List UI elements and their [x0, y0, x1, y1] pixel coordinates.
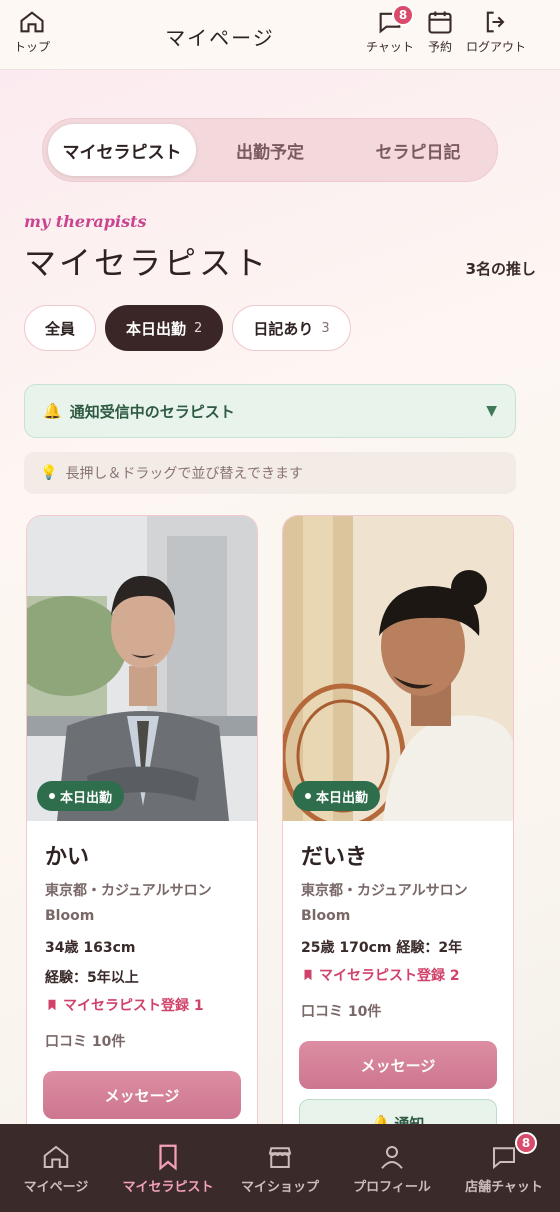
tab-my-therapist[interactable]: マイセラピスト [48, 124, 196, 176]
bottom-nav-mypage[interactable]: マイページ [1, 1142, 111, 1195]
logout-icon [486, 11, 505, 33]
calendar-icon [428, 11, 452, 34]
therapist-photo[interactable]: 本日出勤 [27, 516, 257, 821]
on-duty-badge: 本日出勤 [293, 781, 381, 811]
therapist-photo[interactable]: 本日出勤 [283, 516, 513, 821]
on-duty-label: 本日出勤 [60, 790, 113, 806]
reserve-nav-button[interactable]: 予約 [410, 8, 470, 55]
filter-all[interactable]: 全員 [24, 305, 97, 351]
bottom-nav-label: 店舗チャット [465, 1179, 543, 1195]
bottom-nav-label: プロフィール [353, 1179, 431, 1195]
home-icon [43, 1145, 69, 1168]
filter-chips: 全員 本日出勤 2 日記あり 3 [24, 305, 351, 351]
reorder-hint: 💡 長押し＆ドラッグで並び替えできます [24, 452, 516, 494]
registered-count: マイセラピスト登録 1 [45, 995, 241, 1015]
on-duty-badge: 本日出勤 [37, 781, 125, 811]
bookmark-icon [48, 999, 56, 1011]
tab-schedule[interactable]: 出勤予定 [196, 124, 344, 176]
notify-label: 通知受信中のセラピスト [69, 402, 235, 421]
bottom-nav-label: マイページ [23, 1179, 89, 1195]
review-count[interactable]: 口コミ 10件 [45, 1031, 241, 1051]
page-title: マイページ [165, 26, 275, 50]
therapist-card[interactable]: 本日出勤 だいき 東京都・カジュアルサロン Bloom 25歳 170cm 経験… [282, 515, 514, 1155]
filter-today[interactable]: 本日出勤 2 [105, 305, 224, 351]
bottom-nav-my-shop[interactable]: マイショップ [225, 1142, 335, 1195]
section-title: マイセラピスト [24, 244, 270, 282]
lightbulb-icon: 💡 [40, 465, 58, 481]
therapist-photo-image [283, 516, 513, 821]
section-subtitle: my therapists [24, 212, 147, 231]
bottom-nav-shop-chat[interactable]: 8 店舗チャット [449, 1131, 559, 1195]
notify-accordion[interactable]: 🔔 通知受信中のセラピスト ▼ [24, 384, 516, 438]
chevron-down-icon: ▼ [486, 403, 497, 419]
dot-icon [49, 793, 55, 799]
bottom-nav: マイページ マイセラピスト マイショップ プロフィール 8 店舗チャット [0, 1124, 560, 1212]
therapist-name: だいき [301, 844, 368, 870]
hint-text: 長押し＆ドラッグで並び替えできます [65, 466, 304, 482]
bookmark-icon [304, 969, 312, 981]
therapist-name: かい [45, 844, 90, 870]
therapist-card[interactable]: 本日出勤 かい 東京都・カジュアルサロン Bloom 34歳 163cm 経験：… [26, 515, 258, 1155]
filter-diary-count: 3 [321, 320, 330, 336]
bottom-nav-label: マイショップ [240, 1179, 319, 1195]
bottom-nav-my-therapist[interactable]: マイセラピスト [113, 1142, 223, 1195]
therapist-age-height: 25歳 170cm 経験：2年 [301, 940, 463, 956]
registered-count: マイセラピスト登録 2 [301, 965, 497, 985]
segmented-tabs: マイセラピスト 出勤予定 セラピ日記 [42, 118, 498, 182]
therapist-location: 東京都・カジュアルサロン Bloom [45, 883, 212, 924]
reserve-label: 予約 [427, 40, 452, 54]
dot-icon [305, 793, 311, 799]
therapist-photo-image [27, 516, 257, 821]
chat-label: チャット [366, 40, 414, 54]
registered-label: マイセラピスト登録 2 [319, 968, 460, 984]
shop-chat-badge: 8 [515, 1131, 537, 1154]
logout-nav-button[interactable]: ログアウト [466, 8, 526, 55]
logout-label: ログアウト [466, 40, 527, 54]
filter-all-label: 全員 [45, 319, 76, 338]
registered-label: マイセラピスト登録 1 [63, 998, 204, 1014]
bell-icon: 🔔 [43, 402, 62, 420]
user-icon [381, 1145, 403, 1169]
review-count[interactable]: 口コミ 10件 [301, 1001, 497, 1021]
therapist-age-height: 34歳 163cm [45, 940, 136, 956]
message-button[interactable]: メッセージ [43, 1071, 241, 1119]
message-button[interactable]: メッセージ [299, 1041, 497, 1089]
bookmark-icon [159, 1144, 177, 1171]
shop-icon [268, 1146, 292, 1168]
bottom-nav-label: マイセラピスト [122, 1179, 214, 1195]
tab-diary[interactable]: セラピ日記 [344, 124, 492, 176]
bottom-nav-profile[interactable]: プロフィール [337, 1142, 447, 1195]
favorite-count: 3名の推し [465, 260, 536, 278]
therapist-experience: 経験：5年以上 [45, 970, 139, 986]
app-header: トップ マイページ 8 チャット 予約 ログアウト [0, 0, 560, 70]
on-duty-label: 本日出勤 [316, 790, 369, 806]
filter-today-count: 2 [194, 320, 203, 336]
filter-today-label: 本日出勤 [126, 319, 187, 338]
filter-diary-label: 日記あり [253, 319, 314, 338]
filter-diary[interactable]: 日記あり 3 [232, 305, 351, 351]
therapist-location: 東京都・カジュアルサロン Bloom [301, 883, 468, 924]
